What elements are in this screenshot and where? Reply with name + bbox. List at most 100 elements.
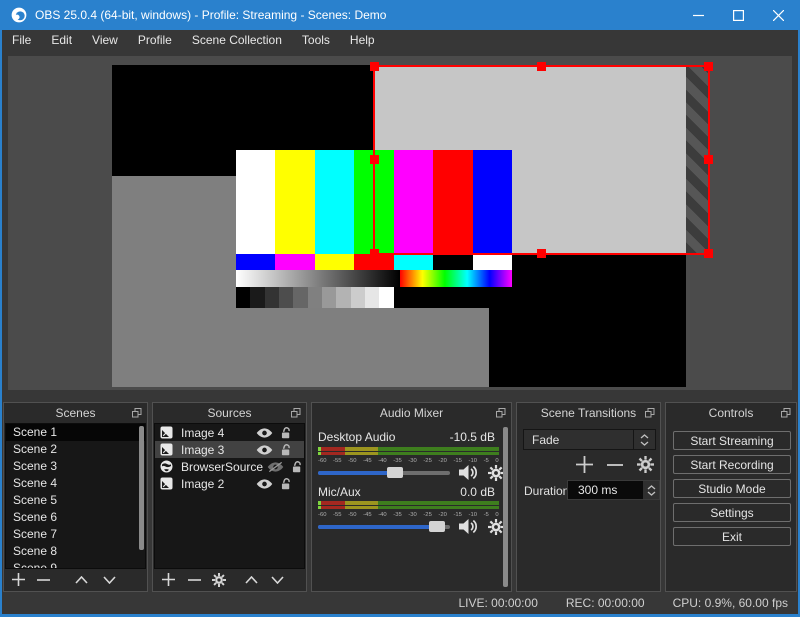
resize-handle-bottom-right[interactable]: [704, 249, 713, 258]
add-transition-button[interactable]: [576, 456, 593, 473]
menu-file[interactable]: File: [2, 30, 41, 51]
start-recording-button[interactable]: Start Recording: [673, 455, 791, 474]
scene-list-item[interactable]: Scene 8: [6, 543, 145, 560]
scene-list-item[interactable]: Scene 4: [6, 475, 145, 492]
add-source-button[interactable]: [154, 569, 182, 590]
chevron-up-icon: [647, 484, 655, 489]
add-scene-button[interactable]: [5, 569, 31, 590]
start-streaming-button[interactable]: Start Streaming: [673, 431, 791, 450]
menu-help[interactable]: Help: [340, 30, 385, 51]
float-panel-icon[interactable]: [132, 408, 142, 418]
sources-panel-title: Sources: [153, 403, 306, 423]
remove-transition-button[interactable]: [607, 463, 623, 467]
pattern-black-fill: [393, 287, 512, 308]
scene-list-item[interactable]: Scene 3: [6, 458, 145, 475]
scene-transitions-panel-title: Scene Transitions: [517, 403, 660, 423]
scenes-panel: Scenes Scene 1 Scene 2 Scene 3 Scene 4 Scene…: [3, 402, 148, 592]
scene-list-item[interactable]: Scene 6: [6, 509, 145, 526]
transition-select-spinner[interactable]: [633, 430, 655, 449]
visibility-eye-icon[interactable]: [256, 477, 273, 490]
pattern-gray-steps: [236, 287, 394, 308]
audio-mixer-title-label: Audio Mixer: [379, 406, 444, 420]
remove-scene-button[interactable]: [31, 569, 55, 590]
transition-select[interactable]: Fade: [523, 429, 656, 450]
menu-profile[interactable]: Profile: [128, 30, 182, 51]
pattern-step-row: [236, 287, 512, 308]
menu-view[interactable]: View: [82, 30, 128, 51]
sources-toolbar: [154, 569, 305, 590]
remove-source-button[interactable]: [182, 569, 206, 590]
resize-handle-top-middle[interactable]: [536, 62, 546, 71]
float-panel-icon[interactable]: [291, 408, 301, 418]
mixer-scrollbar[interactable]: [503, 427, 508, 587]
meter-bar-right: [318, 506, 499, 509]
scene-list-item[interactable]: Scene 1: [6, 424, 145, 441]
channel-settings-gear-icon[interactable]: [488, 465, 504, 481]
scene-list-item[interactable]: Scene 5: [6, 492, 145, 509]
slider-handle[interactable]: [428, 521, 445, 532]
menu-tools[interactable]: Tools: [292, 30, 340, 51]
source-properties-button[interactable]: [206, 569, 232, 590]
volume-meter: [318, 447, 499, 456]
scenes-scrollbar[interactable]: [139, 426, 144, 550]
speaker-icon[interactable]: [458, 518, 480, 535]
slider-handle[interactable]: [386, 467, 403, 478]
lock-icon[interactable]: [288, 460, 304, 473]
controls-title-label: Controls: [708, 406, 754, 420]
move-source-up-button[interactable]: [238, 569, 264, 590]
studio-mode-button[interactable]: Studio Mode: [673, 479, 791, 498]
lock-icon[interactable]: [277, 477, 294, 490]
lock-icon[interactable]: [277, 443, 294, 456]
image-source-icon: [160, 443, 173, 456]
chevron-up-icon: [640, 433, 649, 438]
source-list-item[interactable]: Image 2: [155, 475, 304, 492]
volume-slider[interactable]: [318, 467, 450, 478]
resize-handle-bottom-middle[interactable]: [536, 249, 546, 258]
float-panel-icon[interactable]: [781, 408, 791, 418]
resize-handle-top-right[interactable]: [704, 62, 713, 71]
channel-settings-gear-icon[interactable]: [488, 519, 504, 535]
duration-spin-buttons[interactable]: [643, 481, 659, 499]
settings-button[interactable]: Settings: [673, 503, 791, 522]
source-list-item[interactable]: Image 3: [155, 441, 304, 458]
volume-slider-row: [318, 519, 505, 535]
duration-spinbox[interactable]: 300 ms: [567, 480, 660, 500]
speaker-icon[interactable]: [458, 464, 480, 481]
transition-properties-gear-icon[interactable]: [637, 456, 654, 473]
scenes-list: Scene 1 Scene 2 Scene 3 Scene 4 Scene 5 Scene…: [5, 423, 146, 569]
volume-slider[interactable]: [318, 521, 450, 532]
resize-handle-middle-left[interactable]: [370, 155, 379, 164]
resize-handle-top-left[interactable]: [370, 62, 379, 71]
source-list-item[interactable]: BrowserSource: [155, 458, 304, 475]
move-scene-up-button[interactable]: [67, 569, 95, 590]
visibility-eye-icon[interactable]: [256, 443, 273, 456]
source-black-rect[interactable]: [489, 255, 686, 387]
visibility-eye-icon[interactable]: [256, 426, 273, 439]
controls-panel: Controls Start Streaming Start Recording S…: [665, 402, 797, 592]
scene-list-item[interactable]: Scene 2: [6, 441, 145, 458]
source-name: Image 4: [181, 425, 225, 440]
menu-scene-collection[interactable]: Scene Collection: [182, 30, 292, 51]
float-panel-icon[interactable]: [645, 408, 655, 418]
lock-icon[interactable]: [277, 426, 294, 439]
meter-bar-left: [318, 501, 499, 505]
visibility-eye-hidden-icon[interactable]: [267, 460, 284, 473]
maximize-button[interactable]: [718, 0, 758, 30]
pattern-spectrum: [399, 270, 512, 287]
scene-list-item[interactable]: Scene 7: [6, 526, 145, 543]
resize-handle-bottom-left[interactable]: [370, 249, 379, 258]
scenes-title-label: Scenes: [55, 406, 96, 420]
selection-border: [370, 62, 713, 258]
menu-edit[interactable]: Edit: [41, 30, 82, 51]
minimize-button[interactable]: [678, 0, 718, 30]
resize-handle-middle-right[interactable]: [704, 155, 713, 164]
move-scene-down-button[interactable]: [95, 569, 123, 590]
move-source-down-button[interactable]: [264, 569, 290, 590]
exit-button[interactable]: Exit: [673, 527, 791, 546]
float-panel-icon[interactable]: [496, 408, 506, 418]
source-name: BrowserSource: [181, 459, 264, 474]
source-list-item[interactable]: Image 4: [155, 424, 304, 441]
close-button[interactable]: [758, 0, 798, 30]
scenes-toolbar: [5, 569, 146, 590]
scene-list-item[interactable]: Scene 9: [6, 560, 145, 568]
